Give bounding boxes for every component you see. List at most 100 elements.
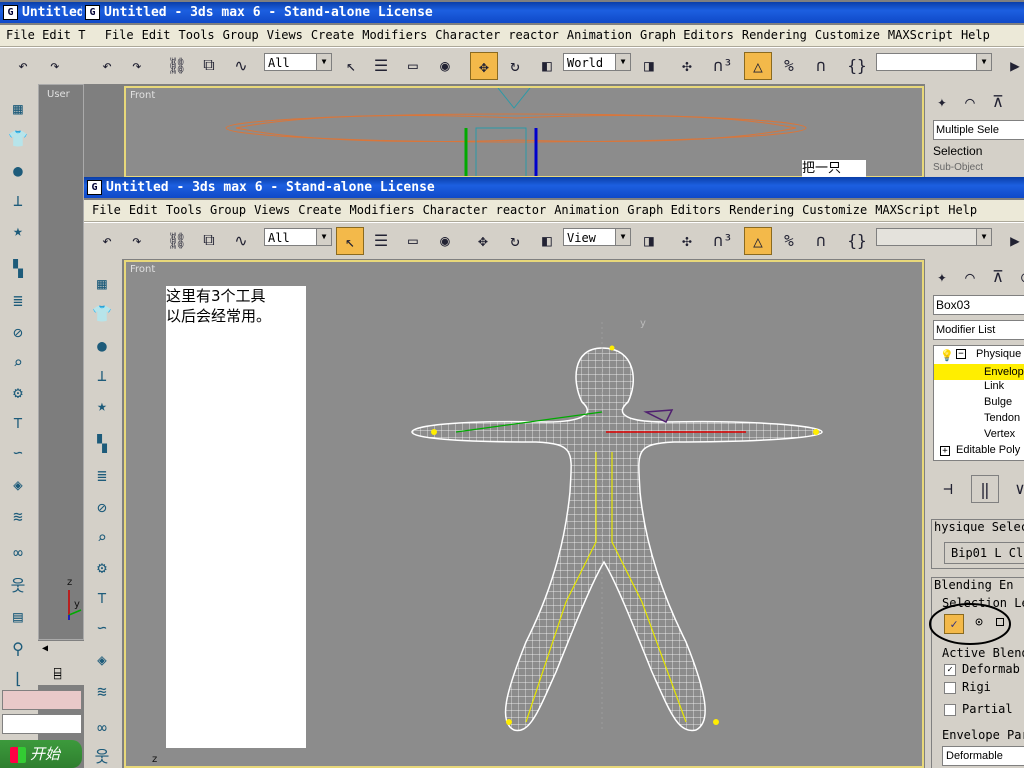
select-by-name-icon[interactable]: ☰ [368, 227, 394, 253]
redo-icon[interactable]: ↷ [124, 227, 150, 253]
cylinder-icon[interactable]: ⊥ [90, 363, 114, 387]
stack-item-physique[interactable]: Physique [976, 348, 1021, 360]
weathervane-icon[interactable]: ⊤ [90, 585, 114, 609]
front-window-titlebar[interactable]: G Untitled - 3ds max 6 - Stand-alone Lice… [84, 177, 1024, 198]
select-manipulate-icon[interactable]: ✣ [674, 52, 700, 78]
modify-tab-icon[interactable]: ⌒ [957, 88, 983, 114]
select-and-rotate-icon[interactable]: ↻ [502, 52, 528, 78]
shirt-icon[interactable]: 👕 [6, 126, 30, 150]
sphere-icon[interactable]: ● [6, 158, 30, 182]
menu-item[interactable]: Create [311, 28, 354, 42]
menu-item[interactable]: Edit [142, 28, 171, 42]
stack-item-vertex[interactable]: Vertex [984, 428, 1015, 440]
stack-item-tendon[interactable]: Tendon [984, 412, 1020, 424]
make-unique-icon[interactable]: ∨ [1007, 475, 1024, 501]
select-and-move-icon[interactable]: ✥ [470, 52, 498, 80]
blending-envelopes-title[interactable]: Blending En [934, 578, 1013, 592]
key-filter-icon[interactable]: ⌸ [54, 667, 61, 681]
sphere-icon[interactable]: ● [90, 333, 114, 357]
bind-space-warp-icon[interactable]: ∿ [228, 227, 254, 253]
menu-item[interactable]: Tools [166, 203, 202, 217]
create-tab-icon[interactable]: ✦ [929, 263, 955, 289]
reference-coordinate-dropdown[interactable]: World ▼ [563, 53, 631, 71]
checker-icon[interactable]: ▚ [6, 256, 30, 280]
gear-icon[interactable]: ⚙ [90, 555, 114, 579]
select-and-move-icon[interactable]: ✥ [470, 227, 496, 253]
stack-item-envelope[interactable]: Envelop [934, 364, 1024, 380]
star-icon[interactable]: ★ [90, 393, 114, 417]
expand-icon[interactable]: + [940, 446, 950, 456]
lathe-icon[interactable]: ⌕ [6, 350, 30, 374]
menu-item[interactable]: Graph Editors [627, 203, 721, 217]
select-object-icon[interactable]: ↖ [336, 227, 364, 255]
window-crossing-icon[interactable]: ◉ [432, 227, 458, 253]
angle-snap-icon[interactable]: △ [744, 52, 772, 80]
link-icon[interactable]: ⛓ [164, 52, 190, 78]
shirt-icon[interactable]: 👕 [90, 301, 114, 325]
show-end-result-icon[interactable]: ‖ [971, 475, 999, 503]
knot-icon[interactable]: ∞ [90, 715, 114, 739]
selection-filter-dropdown[interactable]: All ▼ [264, 53, 332, 71]
back-listener-pink[interactable] [2, 690, 82, 710]
pivot-center-icon[interactable]: ◨ [636, 227, 662, 253]
undo-icon[interactable]: ↶ [94, 52, 120, 78]
menu-prefix[interactable]: File Edit T [6, 28, 85, 42]
biped-icon[interactable]: ⚲ [6, 636, 30, 660]
rigid-checkbox[interactable] [944, 682, 956, 694]
menu-item[interactable]: Views [267, 28, 303, 42]
menu-item[interactable]: File [92, 203, 121, 217]
menu-item[interactable]: Views [254, 203, 290, 217]
unlink-icon[interactable]: ⧉ [196, 227, 222, 253]
start-button[interactable]: 开始 [0, 740, 82, 768]
select-object-icon[interactable]: ↖ [338, 52, 364, 78]
window-crossing-icon[interactable]: ◉ [432, 52, 458, 78]
snap-3d-icon[interactable]: ∩³ [710, 227, 736, 253]
named-selection-icon[interactable]: {} [844, 227, 870, 253]
select-and-scale-icon[interactable]: ◧ [534, 52, 560, 78]
wave-icon[interactable]: ≋ [90, 679, 114, 703]
lightbulb-icon[interactable]: 💡 [940, 349, 954, 362]
boot-icon[interactable]: ⌊ [6, 666, 30, 690]
menu-item[interactable]: Character [435, 28, 500, 42]
cloth-icon[interactable]: ◈ [90, 647, 114, 671]
lathe-icon[interactable]: ⌕ [90, 525, 114, 549]
pivot-center-icon[interactable]: ◨ [636, 52, 662, 78]
menu-item[interactable]: Tools [179, 28, 215, 42]
menu-item[interactable]: Rendering [729, 203, 794, 217]
undo-icon[interactable]: ↶ [94, 227, 120, 253]
wave-icon[interactable]: ≋ [6, 504, 30, 528]
menu-item[interactable]: Character [423, 203, 488, 217]
named-selection-sets-field[interactable]: ▼ [876, 228, 992, 246]
pin-stack-icon[interactable]: ⊣ [935, 475, 961, 501]
menu-item[interactable]: Edit [129, 203, 158, 217]
deformable-checkbox[interactable]: ✓ [944, 664, 956, 676]
unlink-icon[interactable]: ⧉ [196, 52, 222, 78]
bird-icon[interactable]: ∽ [6, 440, 30, 464]
menu-item[interactable]: Customize [802, 203, 867, 217]
menu-item[interactable]: Customize [815, 28, 880, 42]
back-user-viewport[interactable]: User z y [38, 84, 84, 640]
box-icon[interactable]: ▦ [6, 96, 30, 120]
multiple-selected-field[interactable]: Multiple Sele [933, 120, 1024, 140]
mirror-icon[interactable]: ▶ [1002, 52, 1024, 78]
snap-3d-icon[interactable]: ∩³ [710, 52, 736, 78]
checker-icon[interactable]: ▚ [90, 431, 114, 455]
menu-item[interactable]: Help [961, 28, 990, 42]
rectangular-selection-icon[interactable]: ▭ [400, 227, 426, 253]
spinner-snap-icon[interactable]: ∩ [808, 52, 834, 78]
menu-item[interactable]: Animation [554, 203, 619, 217]
figure-icon[interactable]: 웃 [6, 572, 30, 596]
partial-checkbox[interactable] [944, 704, 956, 716]
motion-tab-icon[interactable]: ◎ [1013, 263, 1024, 289]
bind-space-warp-icon[interactable]: ∿ [228, 52, 254, 78]
weathervane-icon[interactable]: ⊤ [6, 410, 30, 434]
create-tab-icon[interactable]: ✦ [929, 88, 955, 114]
hierarchy-tab-icon[interactable]: ⊼ [985, 263, 1011, 289]
percent-snap-icon[interactable]: % [776, 227, 802, 253]
menu-item[interactable]: Group [223, 28, 259, 42]
select-and-scale-icon[interactable]: ◧ [534, 227, 560, 253]
figure-icon[interactable]: 웃 [90, 743, 114, 767]
redo-icon[interactable]: ↷ [42, 52, 68, 78]
modify-tab-icon[interactable]: ⌒ [957, 263, 983, 289]
tube-icon[interactable]: ⊘ [6, 320, 30, 344]
